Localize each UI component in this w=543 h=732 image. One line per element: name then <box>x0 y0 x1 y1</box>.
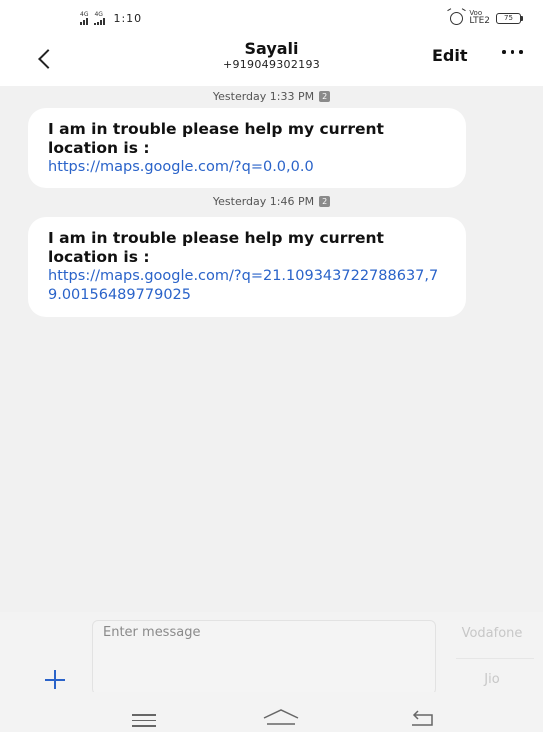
send-sim-1-button[interactable]: Vodafone <box>446 626 538 641</box>
home-button[interactable] <box>262 708 300 730</box>
battery-level: 75 <box>496 12 521 24</box>
system-nav-bar <box>0 692 543 732</box>
more-options-button[interactable] <box>502 50 523 54</box>
conversation-header: Sayali +919049302193 Edit <box>0 38 543 86</box>
timestamp-text: Yesterday 1:46 PM <box>212 195 315 208</box>
signal-1-icon: 4G <box>80 12 88 25</box>
signal-indicators: 4G 4G 1:10 <box>80 12 142 25</box>
message-composer: Vodafone Jio <box>0 612 543 695</box>
back-nav-button[interactable] <box>410 708 436 728</box>
add-attachment-button[interactable] <box>42 668 68 694</box>
volte-icon: Voo LTE2 <box>469 10 490 26</box>
message-bubble[interactable]: I am in trouble please help my current l… <box>28 108 466 188</box>
recent-apps-button[interactable] <box>132 714 156 731</box>
message-timestamp: Yesterday 1:46 PM 2 <box>0 195 543 208</box>
message-link[interactable]: https://maps.google.com/?q=21.1093437227… <box>48 267 446 305</box>
sim-divider <box>456 658 534 659</box>
edit-button[interactable]: Edit <box>432 46 468 65</box>
volte-bottom-label: LTE2 <box>469 16 490 26</box>
sim-badge-icon: 2 <box>319 91 331 102</box>
message-bubble[interactable]: I am in trouble please help my current l… <box>28 217 466 317</box>
message-text: I am in trouble please help my current l… <box>48 229 384 266</box>
message-text: I am in trouble please help my current l… <box>48 120 384 157</box>
alarm-icon <box>450 11 464 25</box>
status-time: 1:10 <box>113 12 143 25</box>
status-bar: 4G 4G 1:10 Voo LTE2 75 <box>0 0 543 38</box>
battery-icon: 75 <box>496 12 523 24</box>
messaging-screen: 4G 4G 1:10 Voo LTE2 75 Sayali +919049302… <box>0 0 543 732</box>
send-sim-2-button[interactable]: Jio <box>446 672 538 687</box>
status-right: Voo LTE2 75 <box>450 10 523 26</box>
message-thread[interactable]: Yesterday 1:33 PM 2 I am in trouble plea… <box>0 86 543 612</box>
signal-2-icon: 4G <box>94 12 106 25</box>
message-timestamp: Yesterday 1:33 PM 2 <box>0 90 543 103</box>
message-link[interactable]: https://maps.google.com/?q=0.0,0.0 <box>48 158 446 177</box>
message-input[interactable] <box>92 620 436 695</box>
more-dots-icon <box>502 50 506 54</box>
timestamp-text: Yesterday 1:33 PM <box>212 90 315 103</box>
sim-badge-icon: 2 <box>319 196 331 207</box>
